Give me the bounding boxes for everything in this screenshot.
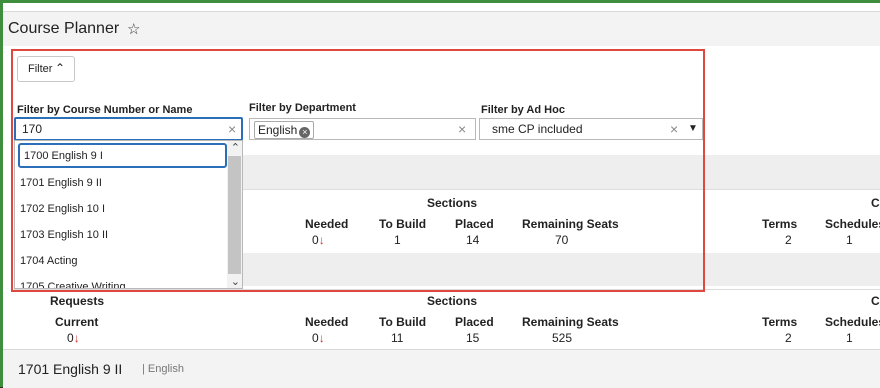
course-name[interactable]: 1701 English 9 II (18, 361, 122, 377)
needed-header: Needed (305, 315, 349, 329)
dropdown-option[interactable]: 1701 English 9 II (15, 170, 228, 195)
requests-header: Requests (50, 294, 105, 308)
dropdown-option[interactable]: 1705 Creative Writing (15, 274, 228, 289)
clear-x-icon[interactable]: × (228, 121, 236, 137)
sections-header: Sections (427, 196, 478, 210)
course-row[interactable]: 1701 English 9 II | English (3, 349, 880, 388)
caret-down-icon[interactable]: ▼ (688, 123, 698, 134)
chevron-down-icon[interactable]: ⌄ (231, 275, 240, 288)
needed-value: 0↓ (312, 331, 325, 345)
clear-x-icon[interactable]: × (458, 121, 466, 137)
course-filter-label: Filter by Course Number or Name (17, 104, 193, 116)
page-title: Course Planner (8, 20, 120, 37)
course-row-band (243, 155, 880, 189)
dropdown-option[interactable]: 1702 English 10 I (15, 196, 228, 221)
dropdown-option[interactable]: 1704 Acting (15, 248, 228, 273)
dropdown-option-label: 1705 Creative Writing (20, 281, 126, 289)
placed-header: Placed (455, 217, 494, 231)
dropdown-option-label: 1701 English 9 II (20, 177, 102, 189)
red-down-arrow-icon: ↓ (318, 233, 325, 247)
to-build-header: To Build (379, 217, 427, 231)
department-filter-input[interactable]: English × × (249, 118, 476, 140)
adhoc-filter-select[interactable]: sme CP included × ▼ (479, 118, 703, 140)
sections-header: Sections (427, 294, 478, 308)
truncated-header: C (871, 294, 880, 308)
current-header: Current (55, 315, 99, 329)
clear-x-icon[interactable]: × (670, 121, 678, 137)
schedules-header: Schedules (825, 315, 880, 329)
remove-chip-icon[interactable]: × (299, 127, 311, 138)
star-outline-icon[interactable]: ☆ (127, 20, 140, 38)
department-filter-label: Filter by Department (249, 102, 356, 114)
course-filter-value: 170 (22, 122, 43, 136)
schedules-header: Schedules (825, 217, 880, 231)
chevron-up-icon[interactable]: ⌃ (231, 141, 240, 154)
filter-toggle-label: Filter (28, 63, 53, 75)
needed-header: Needed (305, 217, 349, 231)
dropdown-option-label: 1703 English 10 II (20, 229, 109, 241)
department-chip-label: English (258, 123, 298, 137)
course-dropdown-list[interactable]: 1700 English 9 I 1701 English 9 II 1702 … (14, 140, 243, 289)
to-build-value: 11 (391, 331, 404, 345)
terms-header: Terms (762, 217, 798, 231)
dropdown-option-label: 1704 Acting (20, 255, 78, 267)
placed-header: Placed (455, 315, 494, 329)
remaining-seats-value: 525 (552, 331, 573, 345)
needed-value: 0↓ (312, 233, 325, 247)
department-chip[interactable]: English × (254, 121, 315, 139)
dropdown-option-label: 1700 English 9 I (24, 150, 103, 162)
divider (14, 289, 880, 290)
current-number: 0 (67, 331, 74, 345)
dropdown-scrollbar[interactable]: ⌃ ⌄ (227, 141, 242, 288)
schedules-value: 1 (846, 331, 853, 345)
placed-value: 14 (466, 233, 480, 247)
dropdown-option-label: 1702 English 10 I (20, 203, 106, 215)
scrollbar-thumb[interactable] (228, 156, 241, 274)
current-value: 0↓ (67, 331, 80, 345)
remaining-seats-value: 70 (555, 233, 569, 247)
to-build-value: 1 (394, 233, 401, 247)
to-build-header: To Build (379, 315, 427, 329)
course-department: | English (142, 363, 184, 375)
needed-number: 0 (312, 331, 319, 345)
dropdown-option[interactable]: 1703 English 10 II (15, 222, 228, 247)
dropdown-option[interactable]: 1700 English 9 I (18, 143, 227, 168)
truncated-header: C (871, 196, 880, 210)
divider (243, 189, 880, 190)
header-bar: Course Planner ☆ (3, 11, 880, 48)
schedules-value: 1 (846, 233, 853, 247)
red-down-arrow-icon: ↓ (73, 331, 80, 345)
remaining-seats-header: Remaining Seats (522, 217, 619, 231)
terms-value: 2 (785, 331, 792, 345)
red-down-arrow-icon: ↓ (318, 331, 325, 345)
remaining-seats-header: Remaining Seats (522, 315, 619, 329)
filter-toggle-button[interactable]: Filter ⌃ (17, 56, 75, 82)
needed-number: 0 (312, 233, 319, 247)
chevron-up-icon: ⌃ (55, 61, 66, 75)
adhoc-filter-label: Filter by Ad Hoc (481, 104, 565, 116)
terms-header: Terms (762, 315, 798, 329)
placed-value: 15 (466, 331, 480, 345)
course-filter-input[interactable]: 170 × (14, 117, 243, 141)
adhoc-filter-value: sme CP included (492, 122, 583, 136)
course-row-band (243, 253, 880, 286)
terms-value: 2 (785, 233, 792, 247)
